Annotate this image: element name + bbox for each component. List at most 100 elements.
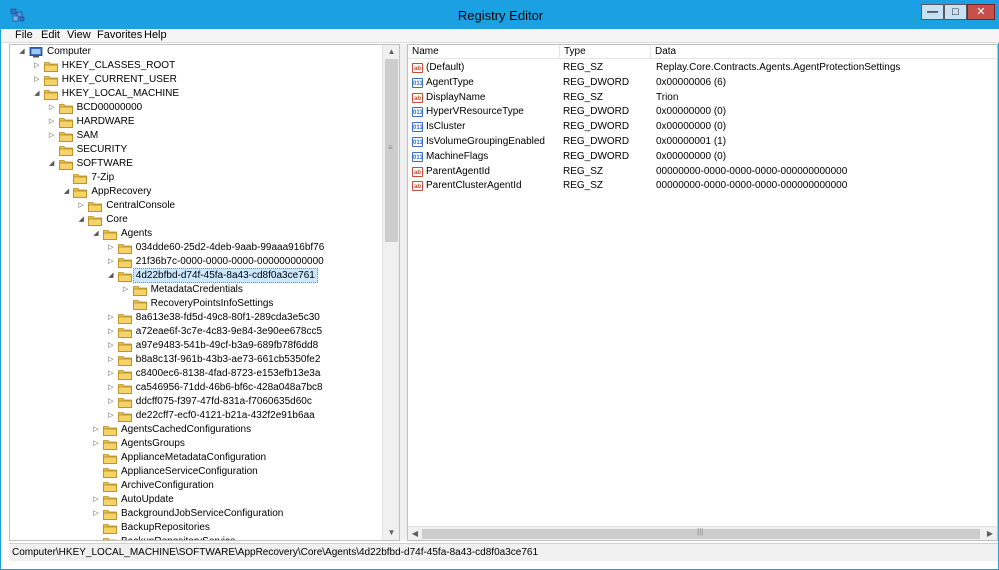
tree-scroll-thumb[interactable]: ≡: [385, 59, 398, 242]
tree-item[interactable]: ▷ SAM: [10, 129, 380, 143]
scroll-right-arrow-icon[interactable]: ▶: [983, 527, 997, 540]
menu-favorites[interactable]: Favorites: [97, 29, 142, 43]
tree-item[interactable]: ArchiveConfiguration: [10, 479, 380, 493]
collapse-arrow-icon[interactable]: ◢: [77, 213, 85, 227]
tree-item[interactable]: ◢ HKEY_LOCAL_MACHINE: [10, 87, 380, 101]
folder-icon: [43, 90, 58, 100]
collapse-arrow-icon[interactable]: ◢: [33, 87, 41, 101]
menu-file[interactable]: File: [15, 29, 33, 43]
tree-item[interactable]: ▷ BCD00000000: [10, 101, 380, 115]
expand-arrow-icon[interactable]: ▷: [107, 311, 115, 325]
menu-edit[interactable]: Edit: [41, 29, 60, 43]
tree-item[interactable]: 7-Zip: [10, 171, 380, 185]
expand-arrow-icon[interactable]: ▷: [92, 507, 100, 521]
expand-arrow-icon[interactable]: ▷: [107, 339, 115, 353]
expand-arrow-icon[interactable]: ▷: [107, 255, 115, 269]
pane-splitter[interactable]: [400, 44, 407, 541]
collapse-arrow-icon[interactable]: ◢: [92, 227, 100, 241]
value-row[interactable]: ab DisplayName REG_SZ Trion: [408, 91, 997, 105]
menu-help[interactable]: Help: [144, 29, 167, 43]
expand-arrow-icon[interactable]: ▷: [33, 73, 41, 87]
expand-arrow-icon[interactable]: ▷: [107, 241, 115, 255]
column-header-name[interactable]: Name: [408, 45, 560, 59]
collapse-arrow-icon[interactable]: ◢: [18, 45, 26, 59]
values-scroll-thumb[interactable]: |||: [422, 527, 980, 539]
tree-item[interactable]: ▷ c8400ec6-8138-4fad-8723-e153efb13e3a: [10, 367, 380, 381]
value-row[interactable]: 011 IsVolumeGroupingEnabled REG_DWORD 0x000…: [408, 135, 997, 149]
tree-item-label: HKEY_CURRENT_USER: [61, 74, 177, 85]
value-row[interactable]: ab (Default) REG_SZ Replay.Core.Contracts.A…: [408, 61, 997, 75]
registry-values-list[interactable]: Name Type Data ab (Default) REG_SZ Replay.C…: [407, 44, 998, 541]
collapse-arrow-icon[interactable]: ◢: [107, 269, 115, 283]
tree-item[interactable]: ▷ AgentsGroups: [10, 437, 380, 451]
expand-arrow-icon[interactable]: ▷: [48, 101, 56, 115]
value-row[interactable]: 011 IsCluster REG_DWORD 0x00000000 (0): [408, 120, 997, 134]
tree-item[interactable]: RecoveryPointsInfoSettings: [10, 297, 380, 311]
expand-arrow-icon[interactable]: ▷: [107, 409, 115, 423]
tree-item[interactable]: ▷ MetadataCredentials: [10, 283, 380, 297]
tree-item[interactable]: ▷ HKEY_CURRENT_USER: [10, 73, 380, 87]
expand-arrow-icon[interactable]: ▷: [33, 59, 41, 73]
expand-arrow-icon[interactable]: ▷: [107, 325, 115, 339]
tree-item[interactable]: ApplianceServiceConfiguration: [10, 465, 380, 479]
expand-arrow-icon[interactable]: ▷: [77, 199, 85, 213]
menu-view[interactable]: View: [67, 29, 91, 43]
value-row[interactable]: 011 MachineFlags REG_DWORD 0x00000000 (0): [408, 150, 997, 164]
expand-arrow-icon[interactable]: ▷: [107, 367, 115, 381]
folder-icon: [88, 216, 103, 226]
tree-item[interactable]: BackupRepositories: [10, 521, 380, 535]
maximize-button[interactable]: □: [944, 4, 967, 20]
expand-arrow-icon[interactable]: ▷: [122, 283, 130, 297]
values-horizontal-scrollbar[interactable]: ◀ ||| ▶: [408, 526, 997, 540]
tree-item[interactable]: ◢ SOFTWARE: [10, 157, 380, 171]
tree-item[interactable]: ▷ HARDWARE: [10, 115, 380, 129]
expand-arrow-icon[interactable]: ▷: [92, 493, 100, 507]
tree-item[interactable]: ▷ AutoUpdate: [10, 493, 380, 507]
scroll-up-arrow-icon[interactable]: ▲: [383, 45, 399, 59]
expand-arrow-icon[interactable]: ▷: [92, 423, 100, 437]
tree-item[interactable]: BackupRepositoryService: [10, 535, 380, 540]
tree-item[interactable]: ▷ de22cff7-ecf0-4121-b21a-432f2e91b6aa: [10, 409, 380, 423]
value-row[interactable]: 011 AgentType REG_DWORD 0x00000006 (6): [408, 76, 997, 90]
tree-item[interactable]: ▷ ddcff075-f397-47fd-831a-f7060635d60c: [10, 395, 380, 409]
tree-item[interactable]: ◢ 4d22bfbd-d74f-45fa-8a43-cd8f0a3ce761: [10, 268, 380, 283]
tree-item[interactable]: ▷ CentralConsole: [10, 199, 380, 213]
collapse-arrow-icon[interactable]: ◢: [62, 185, 70, 199]
tree-item[interactable]: ▷ a97e9483-541b-49cf-b3a9-689fb78f6dd8: [10, 339, 380, 353]
tree-item[interactable]: ▷ b8a8c13f-961b-43b3-ae73-661cb5350fe2: [10, 353, 380, 367]
value-row[interactable]: ab ParentAgentId REG_SZ 00000000-0000-0000-…: [408, 165, 997, 179]
tree-item[interactable]: ▷ AgentsCachedConfigurations: [10, 423, 380, 437]
tree-item[interactable]: ▷ 8a613e38-fd5d-49c8-80f1-289cda3e5c30: [10, 311, 380, 325]
scroll-down-arrow-icon[interactable]: ▼: [383, 526, 399, 540]
value-row[interactable]: ab ParentClusterAgentId REG_SZ 00000000-000…: [408, 179, 997, 193]
tree-item[interactable]: ◢ AppRecovery: [10, 185, 380, 199]
minimize-button[interactable]: —: [921, 4, 944, 20]
tree-vertical-scrollbar[interactable]: ▲ ≡ ▼: [382, 45, 399, 540]
tree-item[interactable]: ▷ HKEY_CLASSES_ROOT: [10, 59, 380, 73]
column-header-data[interactable]: Data: [651, 45, 996, 59]
expand-arrow-icon[interactable]: ▷: [107, 381, 115, 395]
tree-item[interactable]: ▷ 21f36b7c-0000-0000-0000-000000000000: [10, 255, 380, 269]
collapse-arrow-icon[interactable]: ◢: [48, 157, 56, 171]
tree-item[interactable]: ▷ BackgroundJobServiceConfiguration: [10, 507, 380, 521]
tree-item[interactable]: ◢ Core: [10, 213, 380, 227]
tree-item[interactable]: ◢ Computer: [10, 45, 380, 59]
close-button[interactable]: ✕: [967, 4, 995, 20]
value-row[interactable]: 011 HyperVResourceType REG_DWORD 0x00000000…: [408, 105, 997, 119]
tree-item[interactable]: SECURITY: [10, 143, 380, 157]
tree-item[interactable]: ▷ ca546956-71dd-46b6-bf6c-428a048a7bc8: [10, 381, 380, 395]
tree-item[interactable]: ApplianceMetadataConfiguration: [10, 451, 380, 465]
expand-arrow-icon[interactable]: ▷: [107, 395, 115, 409]
expand-arrow-icon[interactable]: ▷: [107, 353, 115, 367]
registry-key-tree[interactable]: ◢ Computer ▷ HKEY_CLASSES_ROOT ▷ HKEY_CURRENT…: [9, 44, 400, 541]
tree-item[interactable]: ▷ a72eae6f-3c7e-4c83-9e84-3e90ee678cc5: [10, 325, 380, 339]
expand-arrow-icon[interactable]: ▷: [92, 437, 100, 451]
expand-arrow-icon[interactable]: ▷: [48, 129, 56, 143]
title-bar[interactable]: Registry Editor — □ ✕: [1, 1, 999, 29]
expand-arrow-icon[interactable]: ▷: [48, 115, 56, 129]
scroll-left-arrow-icon[interactable]: ◀: [408, 527, 422, 540]
tree-item[interactable]: ▷ 034dde60-25d2-4deb-9aab-99aaa916bf76: [10, 241, 380, 255]
tree-item[interactable]: ◢ Agents: [10, 227, 380, 241]
value-data: 0x00000001 (1): [656, 136, 727, 147]
column-header-type[interactable]: Type: [560, 45, 651, 59]
